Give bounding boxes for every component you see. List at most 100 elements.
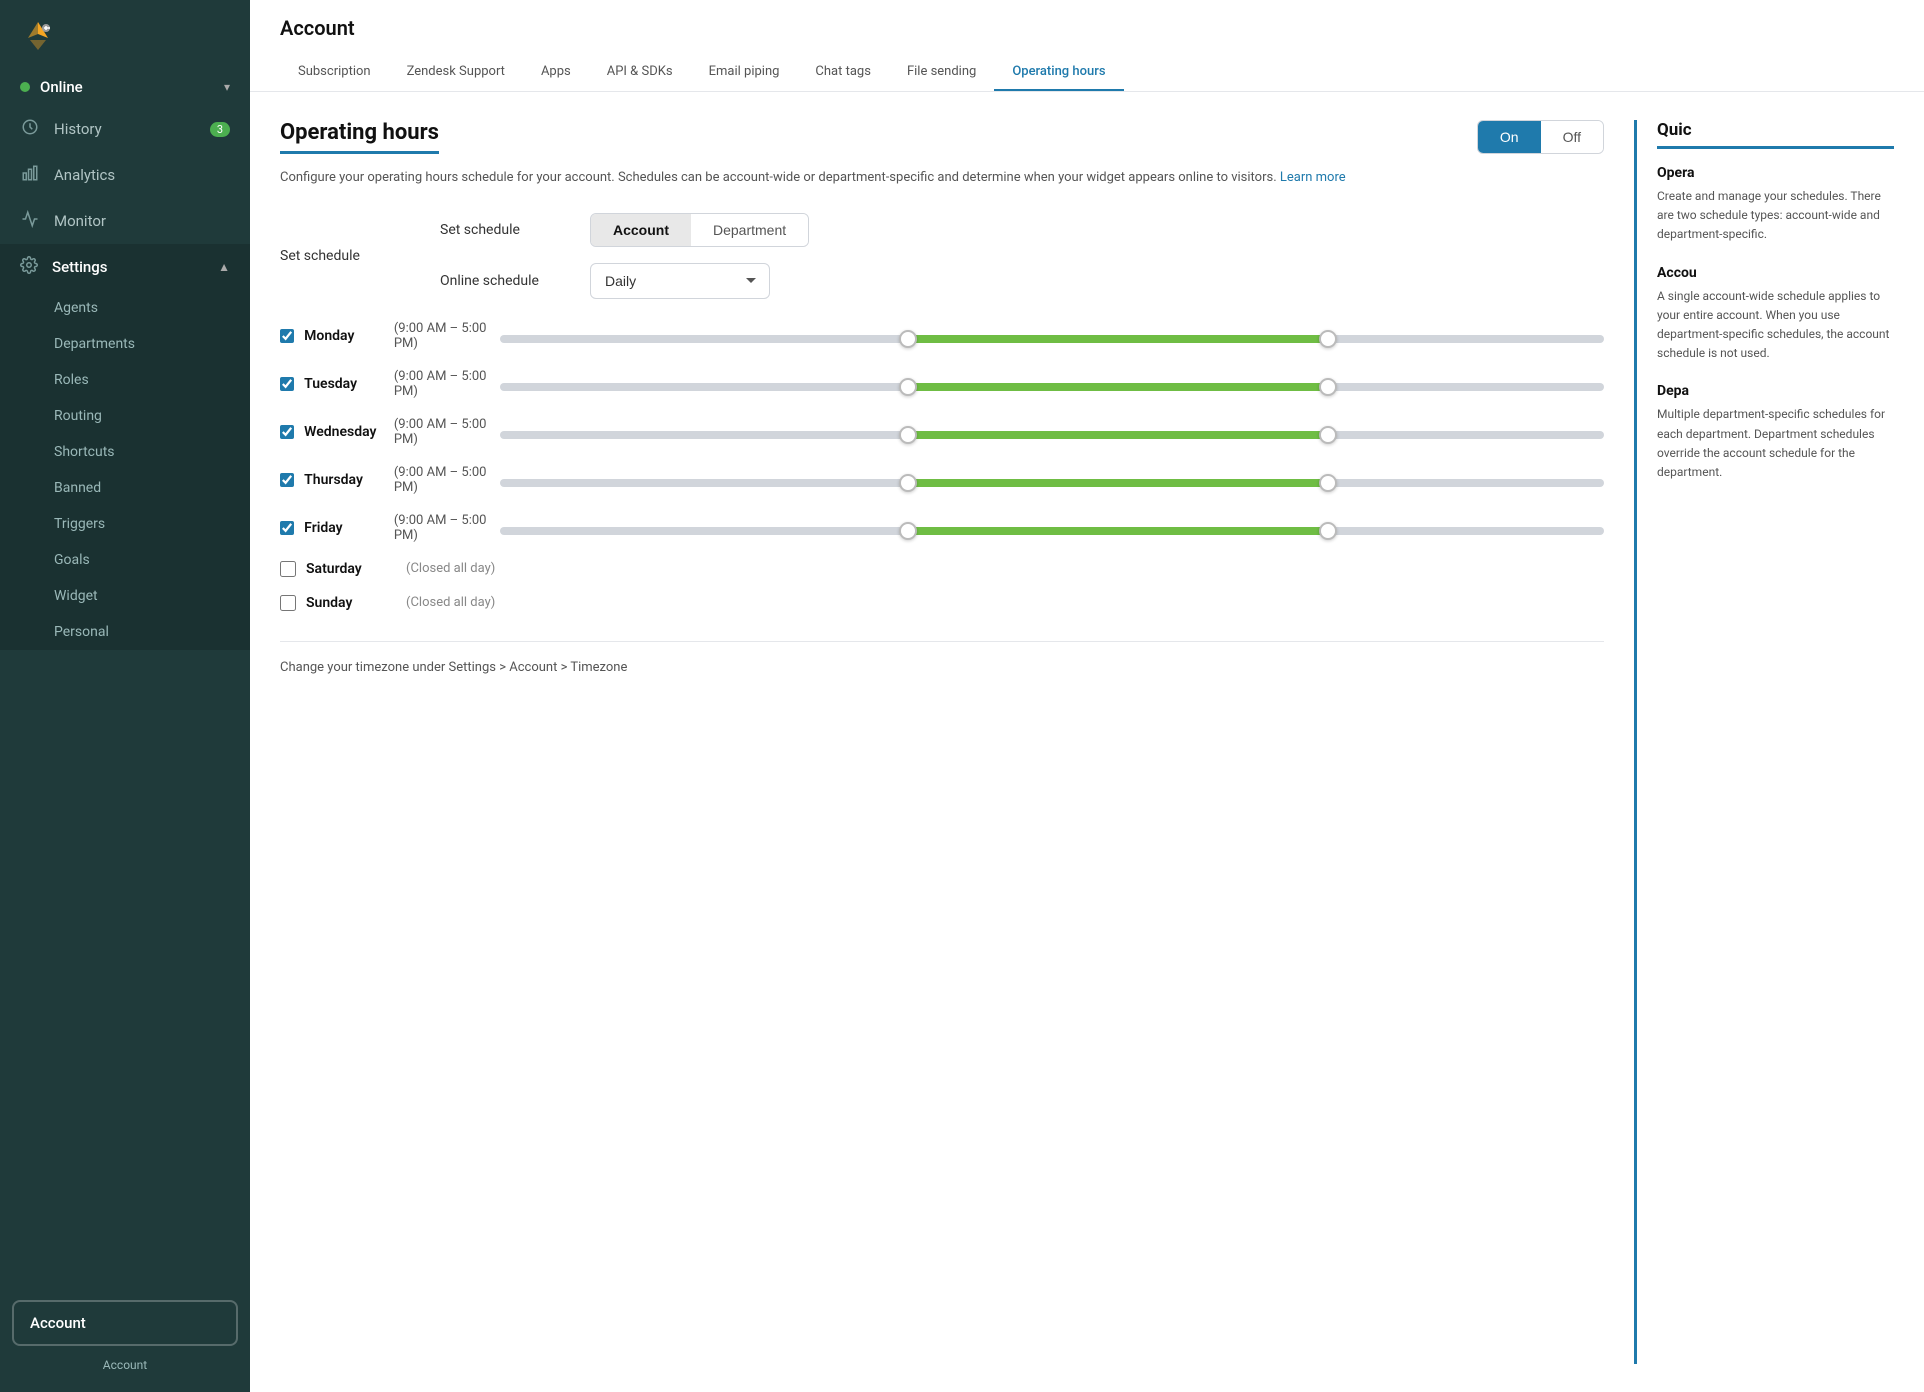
tab-apps[interactable]: Apps <box>523 54 589 91</box>
monday-checkbox[interactable] <box>280 328 294 344</box>
history-label: History <box>54 120 102 138</box>
thursday-time: (9:00 AM – 5:00 PM) <box>394 465 500 495</box>
saturday-label: Saturday <box>306 561 396 577</box>
account-department-toggle: Account Department <box>590 213 809 247</box>
tab-api-sdks[interactable]: API & SDKs <box>589 54 691 91</box>
page-header: Account Subscription Zendesk Support App… <box>250 0 1924 92</box>
sidebar-item-goals[interactable]: Goals <box>0 542 250 578</box>
toggle-on-button[interactable]: On <box>1478 121 1541 153</box>
set-schedule-sub-label: Set schedule <box>440 222 570 238</box>
set-schedule-row: Set schedule Set schedule Account Depart… <box>280 213 1604 299</box>
monday-label: Monday <box>304 328 384 344</box>
app-logo-icon <box>20 18 56 54</box>
sidebar-item-personal[interactable]: Personal <box>0 614 250 650</box>
clock-icon <box>20 118 40 140</box>
tab-email-piping[interactable]: Email piping <box>691 54 798 91</box>
settings-section: Settings ▲ Agents Departments Roles Rout… <box>0 244 250 650</box>
account-label: Account <box>30 1314 86 1332</box>
sidebar-item-monitor[interactable]: Monitor <box>0 198 250 244</box>
sidebar-item-banned[interactable]: Banned <box>0 470 250 506</box>
operating-hours-title: Operating hours <box>280 120 439 154</box>
guide-section-department: Depa Multiple department-specific schedu… <box>1657 383 1894 482</box>
days-schedule: Monday (9:00 AM – 5:00 PM) <box>280 321 1604 611</box>
sidebar-item-agents[interactable]: Agents <box>0 290 250 326</box>
tab-operating-hours[interactable]: Operating hours <box>994 54 1123 91</box>
thursday-label: Thursday <box>304 472 384 488</box>
guide-operating-hours-title: Opera <box>1657 165 1894 181</box>
thursday-slider[interactable] <box>500 479 1604 487</box>
timezone-footer-note: Change your timezone under Settings > Ac… <box>280 641 1604 675</box>
guide-department-text: Multiple department-specific schedules f… <box>1657 405 1894 482</box>
online-schedule-label: Online schedule <box>440 273 570 289</box>
quick-guide-title: Quic <box>1657 120 1894 149</box>
friday-label: Friday <box>304 520 384 536</box>
day-row-thursday: Thursday (9:00 AM – 5:00 PM) <box>280 465 1604 495</box>
sidebar-item-analytics[interactable]: Analytics <box>0 152 250 198</box>
tab-zendesk-support[interactable]: Zendesk Support <box>389 54 523 91</box>
tab-chat-tags[interactable]: Chat tags <box>797 54 889 91</box>
tuesday-slider[interactable] <box>500 383 1604 391</box>
day-row-tuesday: Tuesday (9:00 AM – 5:00 PM) <box>280 369 1604 399</box>
sidebar-item-account[interactable]: Account <box>12 1300 238 1346</box>
sunday-checkbox[interactable] <box>280 595 296 611</box>
page-title: Account <box>280 16 1894 40</box>
tab-subscription[interactable]: Subscription <box>280 54 389 91</box>
sidebar-item-roles[interactable]: Roles <box>0 362 250 398</box>
thursday-checkbox[interactable] <box>280 472 294 488</box>
tab-file-sending[interactable]: File sending <box>889 54 994 91</box>
account-tooltip: Account <box>0 1354 250 1382</box>
sunday-time: (Closed all day) <box>406 595 495 610</box>
settings-header[interactable]: Settings ▲ <box>0 244 250 290</box>
guide-section-operating-hours: Opera Create and manage your schedules. … <box>1657 165 1894 245</box>
online-schedule-dropdown[interactable]: Daily Weekly <box>590 263 770 299</box>
tuesday-time: (9:00 AM – 5:00 PM) <box>394 369 500 399</box>
sidebar-logo <box>0 0 250 68</box>
wednesday-label: Wednesday <box>304 424 384 440</box>
friday-checkbox[interactable] <box>280 520 294 536</box>
guide-account-title: Accou <box>1657 265 1894 281</box>
history-badge: 3 <box>210 122 230 137</box>
tuesday-checkbox[interactable] <box>280 376 294 392</box>
bar-chart-icon <box>20 164 40 186</box>
set-schedule-label: Set schedule <box>280 248 410 264</box>
friday-time: (9:00 AM – 5:00 PM) <box>394 513 500 543</box>
department-schedule-button[interactable]: Department <box>691 214 808 246</box>
day-row-sunday: Sunday (Closed all day) <box>280 595 1604 611</box>
sidebar: Online ▾ History 3 Analytics Monitor Set… <box>0 0 250 1392</box>
guide-section-account: Accou A single account-wide schedule app… <box>1657 265 1894 364</box>
sidebar-item-departments[interactable]: Departments <box>0 326 250 362</box>
guide-account-text: A single account-wide schedule applies t… <box>1657 287 1894 364</box>
page-body: Operating hours On Off Configure your op… <box>250 92 1924 1392</box>
learn-more-link[interactable]: Learn more <box>1280 170 1346 185</box>
settings-chevron-icon: ▲ <box>218 260 230 274</box>
saturday-checkbox[interactable] <box>280 561 296 577</box>
online-indicator <box>20 82 30 92</box>
toggle-off-button[interactable]: Off <box>1541 121 1603 153</box>
monday-slider[interactable] <box>500 335 1604 343</box>
sidebar-item-widget[interactable]: Widget <box>0 578 250 614</box>
sidebar-item-routing[interactable]: Routing <box>0 398 250 434</box>
operating-hours-section: Operating hours On Off Configure your op… <box>280 120 1604 1364</box>
sidebar-item-shortcuts[interactable]: Shortcuts <box>0 434 250 470</box>
activity-icon <box>20 210 40 232</box>
day-row-friday: Friday (9:00 AM – 5:00 PM) <box>280 513 1604 543</box>
tab-bar: Subscription Zendesk Support Apps API & … <box>280 54 1894 91</box>
tuesday-label: Tuesday <box>304 376 384 392</box>
sidebar-item-triggers[interactable]: Triggers <box>0 506 250 542</box>
guide-operating-hours-text: Create and manage your schedules. There … <box>1657 187 1894 245</box>
main-content: Account Subscription Zendesk Support App… <box>250 0 1924 1392</box>
day-row-monday: Monday (9:00 AM – 5:00 PM) <box>280 321 1604 351</box>
settings-label: Settings <box>52 258 108 276</box>
analytics-label: Analytics <box>54 166 115 184</box>
wednesday-slider[interactable] <box>500 431 1604 439</box>
day-row-saturday: Saturday (Closed all day) <box>280 561 1604 577</box>
sidebar-item-history[interactable]: History 3 <box>0 106 250 152</box>
friday-slider[interactable] <box>500 527 1604 535</box>
section-description: Configure your operating hours schedule … <box>280 168 1604 189</box>
day-row-wednesday: Wednesday (9:00 AM – 5:00 PM) <box>280 417 1604 447</box>
online-status[interactable]: Online ▾ <box>0 68 250 106</box>
account-schedule-button[interactable]: Account <box>591 214 691 246</box>
settings-gear-icon <box>20 256 38 278</box>
monday-time: (9:00 AM – 5:00 PM) <box>394 321 500 351</box>
wednesday-checkbox[interactable] <box>280 424 294 440</box>
